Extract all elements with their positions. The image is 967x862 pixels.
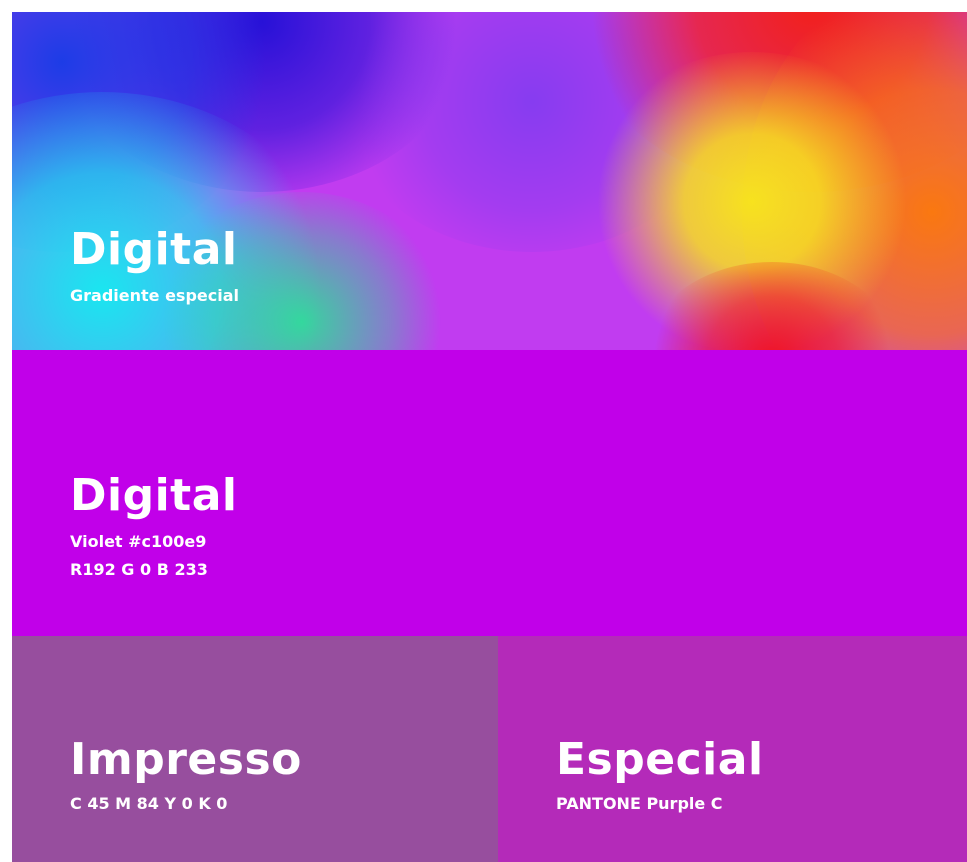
gradient-swatch: Digital Gradiente especial [12,12,967,350]
special-pantone-value: PANTONE Purple C [556,794,723,813]
violet-title: Digital [70,470,238,521]
violet-hex-value: Violet #c100e9 [70,532,207,551]
print-cmyk-value: C 45 M 84 Y 0 K 0 [70,794,228,813]
special-title: Especial [556,734,764,785]
print-swatch: Impresso C 45 M 84 Y 0 K 0 [12,636,498,862]
gradient-subtitle: Gradiente especial [70,286,239,305]
color-palette-sheet: Digital Gradiente especial Digital Viole… [12,12,967,862]
violet-rgb-value: R192 G 0 B 233 [70,560,208,579]
gradient-title: Digital [70,224,238,275]
violet-swatch: Digital Violet #c100e9 R192 G 0 B 233 [12,350,967,636]
print-title: Impresso [70,734,302,785]
special-swatch: Especial PANTONE Purple C [498,636,967,862]
